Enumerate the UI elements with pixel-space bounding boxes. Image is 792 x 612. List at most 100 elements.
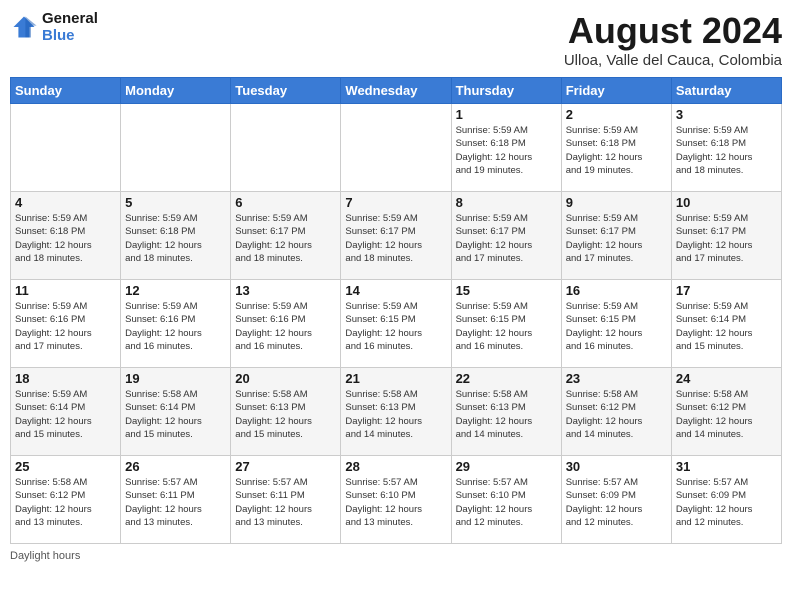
day-number: 21: [345, 371, 446, 386]
day-info: Sunrise: 5:59 AM Sunset: 6:18 PM Dayligh…: [125, 212, 226, 265]
calendar-cell: 9 Sunrise: 5:59 AM Sunset: 6:17 PM Daylig…: [561, 192, 671, 280]
calendar-cell: 18Sunrise: 5:59 AM Sunset: 6:14 PM Dayli…: [11, 368, 121, 456]
page-header: General Blue August 2024 Ulloa, Valle de…: [10, 10, 782, 69]
calendar-cell: 2 Sunrise: 5:59 AM Sunset: 6:18 PM Daylig…: [561, 104, 671, 192]
day-info: Sunrise: 5:57 AM Sunset: 6:11 PM Dayligh…: [125, 476, 226, 529]
day-number: 18: [15, 371, 116, 386]
day-number: 20: [235, 371, 336, 386]
day-number: 6: [235, 195, 336, 210]
header-saturday: Saturday: [671, 78, 781, 104]
header-wednesday: Wednesday: [341, 78, 451, 104]
calendar-cell: 8 Sunrise: 5:59 AM Sunset: 6:17 PM Daylig…: [451, 192, 561, 280]
day-info: Sunrise: 5:57 AM Sunset: 6:10 PM Dayligh…: [345, 476, 446, 529]
day-info: Sunrise: 5:59 AM Sunset: 6:18 PM Dayligh…: [456, 124, 557, 177]
location: Ulloa, Valle del Cauca, Colombia: [564, 52, 782, 69]
calendar-week-4: 18Sunrise: 5:59 AM Sunset: 6:14 PM Dayli…: [11, 368, 782, 456]
day-info: Sunrise: 5:59 AM Sunset: 6:15 PM Dayligh…: [566, 300, 667, 353]
day-info: Sunrise: 5:58 AM Sunset: 6:13 PM Dayligh…: [456, 388, 557, 441]
day-number: 25: [15, 459, 116, 474]
calendar-cell: 3 Sunrise: 5:59 AM Sunset: 6:18 PM Daylig…: [671, 104, 781, 192]
day-number: 9: [566, 195, 667, 210]
day-number: 1: [456, 107, 557, 122]
day-info: Sunrise: 5:58 AM Sunset: 6:14 PM Dayligh…: [125, 388, 226, 441]
header-tuesday: Tuesday: [231, 78, 341, 104]
calendar-cell: 27Sunrise: 5:57 AM Sunset: 6:11 PM Dayli…: [231, 456, 341, 544]
day-number: 17: [676, 283, 777, 298]
header-thursday: Thursday: [451, 78, 561, 104]
day-info: Sunrise: 5:57 AM Sunset: 6:09 PM Dayligh…: [676, 476, 777, 529]
calendar-cell: [11, 104, 121, 192]
day-number: 29: [456, 459, 557, 474]
day-info: Sunrise: 5:59 AM Sunset: 6:17 PM Dayligh…: [566, 212, 667, 265]
day-number: 23: [566, 371, 667, 386]
header-sunday: Sunday: [11, 78, 121, 104]
day-info: Sunrise: 5:59 AM Sunset: 6:17 PM Dayligh…: [676, 212, 777, 265]
calendar-cell: 31Sunrise: 5:57 AM Sunset: 6:09 PM Dayli…: [671, 456, 781, 544]
title-area: August 2024 Ulloa, Valle del Cauca, Colo…: [564, 10, 782, 69]
day-info: Sunrise: 5:59 AM Sunset: 6:17 PM Dayligh…: [235, 212, 336, 265]
calendar-cell: 17 Sunrise: 5:59 AM Sunset: 6:14 PM Dayli…: [671, 280, 781, 368]
calendar-cell: 13 Sunrise: 5:59 AM Sunset: 6:16 PM Dayli…: [231, 280, 341, 368]
day-info: Sunrise: 5:58 AM Sunset: 6:12 PM Dayligh…: [676, 388, 777, 441]
day-number: 26: [125, 459, 226, 474]
day-info: Sunrise: 5:59 AM Sunset: 6:16 PM Dayligh…: [125, 300, 226, 353]
day-number: 4: [15, 195, 116, 210]
calendar-cell: 21 Sunrise: 5:58 AM Sunset: 6:13 PM Dayli…: [341, 368, 451, 456]
calendar-week-1: 1 Sunrise: 5:59 AM Sunset: 6:18 PM Daylig…: [11, 104, 782, 192]
calendar-cell: 4 Sunrise: 5:59 AM Sunset: 6:18 PM Daylig…: [11, 192, 121, 280]
day-info: Sunrise: 5:59 AM Sunset: 6:17 PM Dayligh…: [345, 212, 446, 265]
calendar-cell: 20 Sunrise: 5:58 AM Sunset: 6:13 PM Dayli…: [231, 368, 341, 456]
day-info: Sunrise: 5:58 AM Sunset: 6:13 PM Dayligh…: [235, 388, 336, 441]
day-info: Sunrise: 5:59 AM Sunset: 6:18 PM Dayligh…: [15, 212, 116, 265]
calendar-week-5: 25 Sunrise: 5:58 AM Sunset: 6:12 PM Dayli…: [11, 456, 782, 544]
day-info: Sunrise: 5:59 AM Sunset: 6:17 PM Dayligh…: [456, 212, 557, 265]
calendar-cell: 12 Sunrise: 5:59 AM Sunset: 6:16 PM Dayli…: [121, 280, 231, 368]
calendar-cell: 25 Sunrise: 5:58 AM Sunset: 6:12 PM Dayli…: [11, 456, 121, 544]
day-number: 12: [125, 283, 226, 298]
logo-icon: [10, 13, 38, 41]
day-info: Sunrise: 5:59 AM Sunset: 6:15 PM Dayligh…: [456, 300, 557, 353]
calendar-cell: 29 Sunrise: 5:57 AM Sunset: 6:10 PM Dayli…: [451, 456, 561, 544]
header-monday: Monday: [121, 78, 231, 104]
calendar-cell: 5Sunrise: 5:59 AM Sunset: 6:18 PM Daylig…: [121, 192, 231, 280]
month-title: August 2024: [564, 10, 782, 52]
day-number: 11: [15, 283, 116, 298]
day-number: 27: [235, 459, 336, 474]
day-number: 15: [456, 283, 557, 298]
calendar-cell: 30 Sunrise: 5:57 AM Sunset: 6:09 PM Dayli…: [561, 456, 671, 544]
day-number: 30: [566, 459, 667, 474]
calendar-cell: 23 Sunrise: 5:58 AM Sunset: 6:12 PM Dayli…: [561, 368, 671, 456]
calendar-cell: 28 Sunrise: 5:57 AM Sunset: 6:10 PM Dayli…: [341, 456, 451, 544]
day-number: 16: [566, 283, 667, 298]
calendar-cell: 7 Sunrise: 5:59 AM Sunset: 6:17 PM Daylig…: [341, 192, 451, 280]
day-number: 3: [676, 107, 777, 122]
daylight-note: Daylight hours: [10, 550, 80, 562]
calendar-cell: 14Sunrise: 5:59 AM Sunset: 6:15 PM Dayli…: [341, 280, 451, 368]
day-info: Sunrise: 5:58 AM Sunset: 6:13 PM Dayligh…: [345, 388, 446, 441]
day-number: 28: [345, 459, 446, 474]
day-number: 2: [566, 107, 667, 122]
calendar-cell: 6 Sunrise: 5:59 AM Sunset: 6:17 PM Daylig…: [231, 192, 341, 280]
day-number: 7: [345, 195, 446, 210]
day-info: Sunrise: 5:58 AM Sunset: 6:12 PM Dayligh…: [566, 388, 667, 441]
logo: General Blue: [10, 10, 98, 44]
day-info: Sunrise: 5:59 AM Sunset: 6:16 PM Dayligh…: [235, 300, 336, 353]
day-info: Sunrise: 5:57 AM Sunset: 6:10 PM Dayligh…: [456, 476, 557, 529]
day-number: 24: [676, 371, 777, 386]
calendar-week-3: 11 Sunrise: 5:59 AM Sunset: 6:16 PM Dayli…: [11, 280, 782, 368]
calendar-cell: [231, 104, 341, 192]
day-info: Sunrise: 5:57 AM Sunset: 6:09 PM Dayligh…: [566, 476, 667, 529]
day-info: Sunrise: 5:59 AM Sunset: 6:14 PM Dayligh…: [676, 300, 777, 353]
day-info: Sunrise: 5:59 AM Sunset: 6:18 PM Dayligh…: [676, 124, 777, 177]
calendar-cell: 11 Sunrise: 5:59 AM Sunset: 6:16 PM Dayli…: [11, 280, 121, 368]
day-info: Sunrise: 5:58 AM Sunset: 6:12 PM Dayligh…: [15, 476, 116, 529]
footer-note: Daylight hours: [10, 550, 782, 562]
day-info: Sunrise: 5:59 AM Sunset: 6:16 PM Dayligh…: [15, 300, 116, 353]
calendar-cell: [121, 104, 231, 192]
day-number: 22: [456, 371, 557, 386]
calendar-cell: 1 Sunrise: 5:59 AM Sunset: 6:18 PM Daylig…: [451, 104, 561, 192]
calendar-cell: 24 Sunrise: 5:58 AM Sunset: 6:12 PM Dayli…: [671, 368, 781, 456]
day-info: Sunrise: 5:59 AM Sunset: 6:18 PM Dayligh…: [566, 124, 667, 177]
day-number: 13: [235, 283, 336, 298]
day-number: 8: [456, 195, 557, 210]
